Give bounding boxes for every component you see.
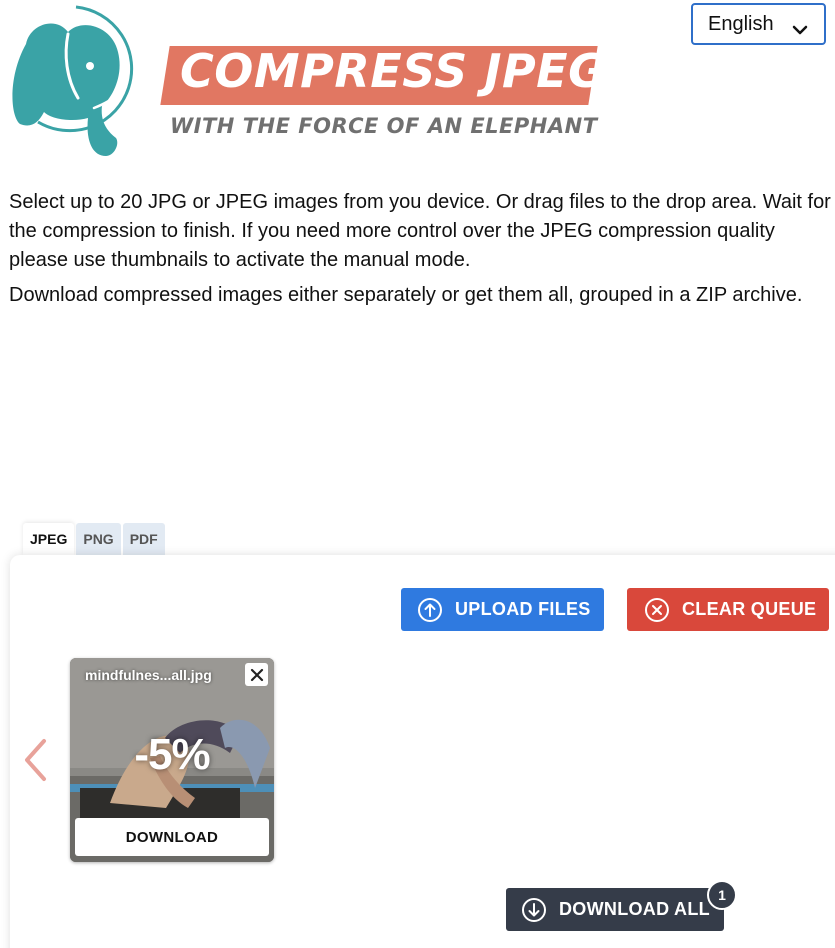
- close-icon: [250, 668, 263, 681]
- chevron-down-icon: [792, 19, 808, 42]
- chevron-left-icon: [25, 739, 46, 781]
- intro-paragraph-2: Download compressed images either separa…: [9, 284, 803, 306]
- download-all-label: DOWNLOAD ALL: [559, 899, 710, 919]
- tab-png[interactable]: PNG: [76, 523, 121, 555]
- download-icon: [521, 897, 547, 923]
- upload-files-button[interactable]: UPLOAD FILES: [401, 588, 604, 631]
- logo-title: COMPRESS JPEG: [180, 44, 607, 98]
- thumbnail-filename: mindfulnes...all.jpg: [85, 667, 212, 683]
- intro-text: Select up to 20 JPG or JPEG images from …: [9, 188, 831, 310]
- download-file-button[interactable]: DOWNLOAD: [75, 818, 269, 856]
- clear-queue-button[interactable]: CLEAR QUEUE: [627, 588, 829, 631]
- file-thumbnail-card[interactable]: mindfulnes...all.jpg -5% DOWNLOAD: [70, 658, 274, 862]
- tab-pdf[interactable]: PDF: [122, 523, 165, 555]
- language-select[interactable]: English: [691, 3, 826, 45]
- file-count-badge: 1: [707, 880, 737, 910]
- language-select-value: English: [708, 12, 774, 35]
- upload-icon: [417, 597, 443, 623]
- clear-queue-label: CLEAR QUEUE: [682, 599, 817, 619]
- intro-paragraph-1: Select up to 20 JPG or JPEG images from …: [9, 191, 831, 271]
- logo[interactable]: COMPRESS JPEG WITH THE FORCE OF AN ELEPH…: [8, 4, 606, 164]
- format-tabs: JPEG PNG PDF: [23, 523, 165, 555]
- elephant-logo-icon: [12, 5, 134, 157]
- upload-files-label: UPLOAD FILES: [455, 599, 591, 619]
- logo-subtitle: WITH THE FORCE OF AN ELEPHANT: [170, 114, 598, 138]
- remove-file-button[interactable]: [245, 663, 268, 686]
- tab-jpeg[interactable]: JPEG: [23, 523, 75, 555]
- compression-percentage: -5%: [134, 730, 210, 779]
- clear-circle-x-icon: [644, 597, 670, 623]
- carousel-prev-button[interactable]: [22, 737, 48, 788]
- download-all-button[interactable]: DOWNLOAD ALL: [506, 888, 724, 931]
